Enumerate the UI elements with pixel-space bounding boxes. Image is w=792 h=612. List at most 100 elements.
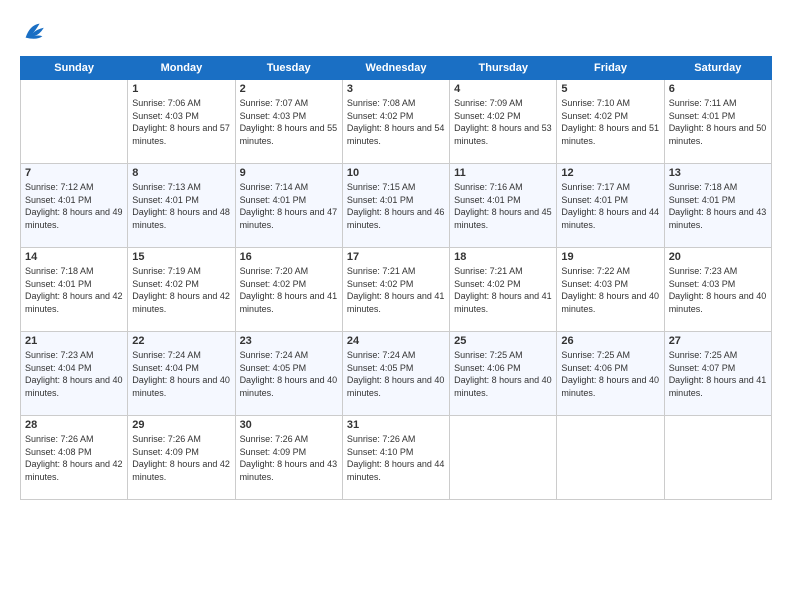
day-info: Sunrise: 7:26 AM Sunset: 4:10 PM Dayligh…: [347, 433, 445, 483]
day-number: 24: [347, 335, 445, 347]
day-info: Sunrise: 7:26 AM Sunset: 4:09 PM Dayligh…: [240, 433, 338, 483]
day-info: Sunrise: 7:24 AM Sunset: 4:04 PM Dayligh…: [132, 349, 230, 399]
day-info: Sunrise: 7:23 AM Sunset: 4:04 PM Dayligh…: [25, 349, 123, 399]
calendar-header: SundayMondayTuesdayWednesdayThursdayFrid…: [21, 57, 772, 80]
page: SundayMondayTuesdayWednesdayThursdayFrid…: [0, 0, 792, 612]
day-info: Sunrise: 7:14 AM Sunset: 4:01 PM Dayligh…: [240, 181, 338, 231]
day-cell: 21Sunrise: 7:23 AM Sunset: 4:04 PM Dayli…: [21, 332, 128, 416]
day-number: 16: [240, 251, 338, 263]
day-number: 22: [132, 335, 230, 347]
header: [20, 18, 772, 46]
day-number: 20: [669, 251, 767, 263]
day-cell: 22 Sunrise: 7:24 AM Sunset: 4:04 PM Dayli…: [128, 332, 235, 416]
day-cell: [557, 416, 664, 500]
weekday-header-saturday: Saturday: [664, 57, 771, 80]
day-number: 30: [240, 419, 338, 431]
day-cell: 1Sunrise: 7:06 AM Sunset: 4:03 PM Daylig…: [128, 80, 235, 164]
day-cell: 7Sunrise: 7:12 AM Sunset: 4:01 PM Daylig…: [21, 164, 128, 248]
day-cell: [21, 80, 128, 164]
day-cell: 27 Sunrise: 7:25 AM Sunset: 4:07 PM Dayli…: [664, 332, 771, 416]
day-info: Sunrise: 7:19 AM Sunset: 4:02 PM Dayligh…: [132, 265, 230, 315]
day-number: 3: [347, 83, 445, 95]
day-number: 2: [240, 83, 338, 95]
day-info: Sunrise: 7:07 AM Sunset: 4:03 PM Dayligh…: [240, 97, 338, 147]
weekday-header-friday: Friday: [557, 57, 664, 80]
day-cell: 10Sunrise: 7:15 AM Sunset: 4:01 PM Dayli…: [342, 164, 449, 248]
day-cell: 19Sunrise: 7:22 AM Sunset: 4:03 PM Dayli…: [557, 248, 664, 332]
weekday-header-sunday: Sunday: [21, 57, 128, 80]
day-number: 8: [132, 167, 230, 179]
day-info: Sunrise: 7:20 AM Sunset: 4:02 PM Dayligh…: [240, 265, 338, 315]
day-info: Sunrise: 7:06 AM Sunset: 4:03 PM Dayligh…: [132, 97, 230, 147]
day-cell: 28 Sunrise: 7:26 AM Sunset: 4:08 PM Dayli…: [21, 416, 128, 500]
day-number: 12: [561, 167, 659, 179]
day-info: Sunrise: 7:25 AM Sunset: 4:07 PM Dayligh…: [669, 349, 767, 399]
day-number: 15: [132, 251, 230, 263]
day-number: 19: [561, 251, 659, 263]
day-number: 28: [25, 419, 123, 431]
day-info: Sunrise: 7:25 AM Sunset: 4:06 PM Dayligh…: [454, 349, 552, 399]
weekday-row: SundayMondayTuesdayWednesdayThursdayFrid…: [21, 57, 772, 80]
day-info: Sunrise: 7:24 AM Sunset: 4:05 PM Dayligh…: [347, 349, 445, 399]
day-info: Sunrise: 7:11 AM Sunset: 4:01 PM Dayligh…: [669, 97, 767, 147]
day-cell: [450, 416, 557, 500]
day-cell: 25 Sunrise: 7:25 AM Sunset: 4:06 PM Dayli…: [450, 332, 557, 416]
day-cell: 30 Sunrise: 7:26 AM Sunset: 4:09 PM Dayli…: [235, 416, 342, 500]
day-cell: 20 Sunrise: 7:23 AM Sunset: 4:03 PM Dayli…: [664, 248, 771, 332]
day-cell: 23 Sunrise: 7:24 AM Sunset: 4:05 PM Dayli…: [235, 332, 342, 416]
day-number: 27: [669, 335, 767, 347]
logo-bird-icon: [20, 18, 48, 46]
day-number: 4: [454, 83, 552, 95]
day-number: 26: [561, 335, 659, 347]
day-number: 5: [561, 83, 659, 95]
day-cell: 15 Sunrise: 7:19 AM Sunset: 4:02 PM Dayli…: [128, 248, 235, 332]
day-info: Sunrise: 7:21 AM Sunset: 4:02 PM Dayligh…: [454, 265, 552, 315]
day-info: Sunrise: 7:13 AM Sunset: 4:01 PM Dayligh…: [132, 181, 230, 231]
day-number: 6: [669, 83, 767, 95]
day-cell: 9 Sunrise: 7:14 AM Sunset: 4:01 PM Daylig…: [235, 164, 342, 248]
day-number: 9: [240, 167, 338, 179]
day-cell: 18 Sunrise: 7:21 AM Sunset: 4:02 PM Dayli…: [450, 248, 557, 332]
day-info: Sunrise: 7:18 AM Sunset: 4:01 PM Dayligh…: [669, 181, 767, 231]
day-cell: 8 Sunrise: 7:13 AM Sunset: 4:01 PM Daylig…: [128, 164, 235, 248]
day-number: 29: [132, 419, 230, 431]
week-row-4: 21Sunrise: 7:23 AM Sunset: 4:04 PM Dayli…: [21, 332, 772, 416]
day-cell: 12Sunrise: 7:17 AM Sunset: 4:01 PM Dayli…: [557, 164, 664, 248]
day-info: Sunrise: 7:08 AM Sunset: 4:02 PM Dayligh…: [347, 97, 445, 147]
day-number: 31: [347, 419, 445, 431]
day-cell: [664, 416, 771, 500]
day-cell: 26Sunrise: 7:25 AM Sunset: 4:06 PM Dayli…: [557, 332, 664, 416]
day-cell: 29 Sunrise: 7:26 AM Sunset: 4:09 PM Dayli…: [128, 416, 235, 500]
weekday-header-wednesday: Wednesday: [342, 57, 449, 80]
day-number: 18: [454, 251, 552, 263]
day-cell: 16 Sunrise: 7:20 AM Sunset: 4:02 PM Dayli…: [235, 248, 342, 332]
week-row-5: 28 Sunrise: 7:26 AM Sunset: 4:08 PM Dayli…: [21, 416, 772, 500]
day-cell: 31 Sunrise: 7:26 AM Sunset: 4:10 PM Dayli…: [342, 416, 449, 500]
day-cell: 13 Sunrise: 7:18 AM Sunset: 4:01 PM Dayli…: [664, 164, 771, 248]
week-row-2: 7Sunrise: 7:12 AM Sunset: 4:01 PM Daylig…: [21, 164, 772, 248]
day-info: Sunrise: 7:16 AM Sunset: 4:01 PM Dayligh…: [454, 181, 552, 231]
calendar: SundayMondayTuesdayWednesdayThursdayFrid…: [20, 56, 772, 500]
day-cell: 24 Sunrise: 7:24 AM Sunset: 4:05 PM Dayli…: [342, 332, 449, 416]
day-number: 25: [454, 335, 552, 347]
day-info: Sunrise: 7:26 AM Sunset: 4:09 PM Dayligh…: [132, 433, 230, 483]
day-info: Sunrise: 7:23 AM Sunset: 4:03 PM Dayligh…: [669, 265, 767, 315]
day-info: Sunrise: 7:24 AM Sunset: 4:05 PM Dayligh…: [240, 349, 338, 399]
day-number: 17: [347, 251, 445, 263]
week-row-3: 14Sunrise: 7:18 AM Sunset: 4:01 PM Dayli…: [21, 248, 772, 332]
day-info: Sunrise: 7:18 AM Sunset: 4:01 PM Dayligh…: [25, 265, 123, 315]
day-number: 23: [240, 335, 338, 347]
day-info: Sunrise: 7:12 AM Sunset: 4:01 PM Dayligh…: [25, 181, 123, 231]
day-info: Sunrise: 7:10 AM Sunset: 4:02 PM Dayligh…: [561, 97, 659, 147]
day-info: Sunrise: 7:26 AM Sunset: 4:08 PM Dayligh…: [25, 433, 123, 483]
week-row-1: 1Sunrise: 7:06 AM Sunset: 4:03 PM Daylig…: [21, 80, 772, 164]
day-cell: 4 Sunrise: 7:09 AM Sunset: 4:02 PM Daylig…: [450, 80, 557, 164]
day-cell: 14Sunrise: 7:18 AM Sunset: 4:01 PM Dayli…: [21, 248, 128, 332]
day-cell: 17 Sunrise: 7:21 AM Sunset: 4:02 PM Dayli…: [342, 248, 449, 332]
day-number: 13: [669, 167, 767, 179]
calendar-body: 1Sunrise: 7:06 AM Sunset: 4:03 PM Daylig…: [21, 80, 772, 500]
day-info: Sunrise: 7:21 AM Sunset: 4:02 PM Dayligh…: [347, 265, 445, 315]
weekday-header-monday: Monday: [128, 57, 235, 80]
day-info: Sunrise: 7:09 AM Sunset: 4:02 PM Dayligh…: [454, 97, 552, 147]
day-cell: 5 Sunrise: 7:10 AM Sunset: 4:02 PM Daylig…: [557, 80, 664, 164]
